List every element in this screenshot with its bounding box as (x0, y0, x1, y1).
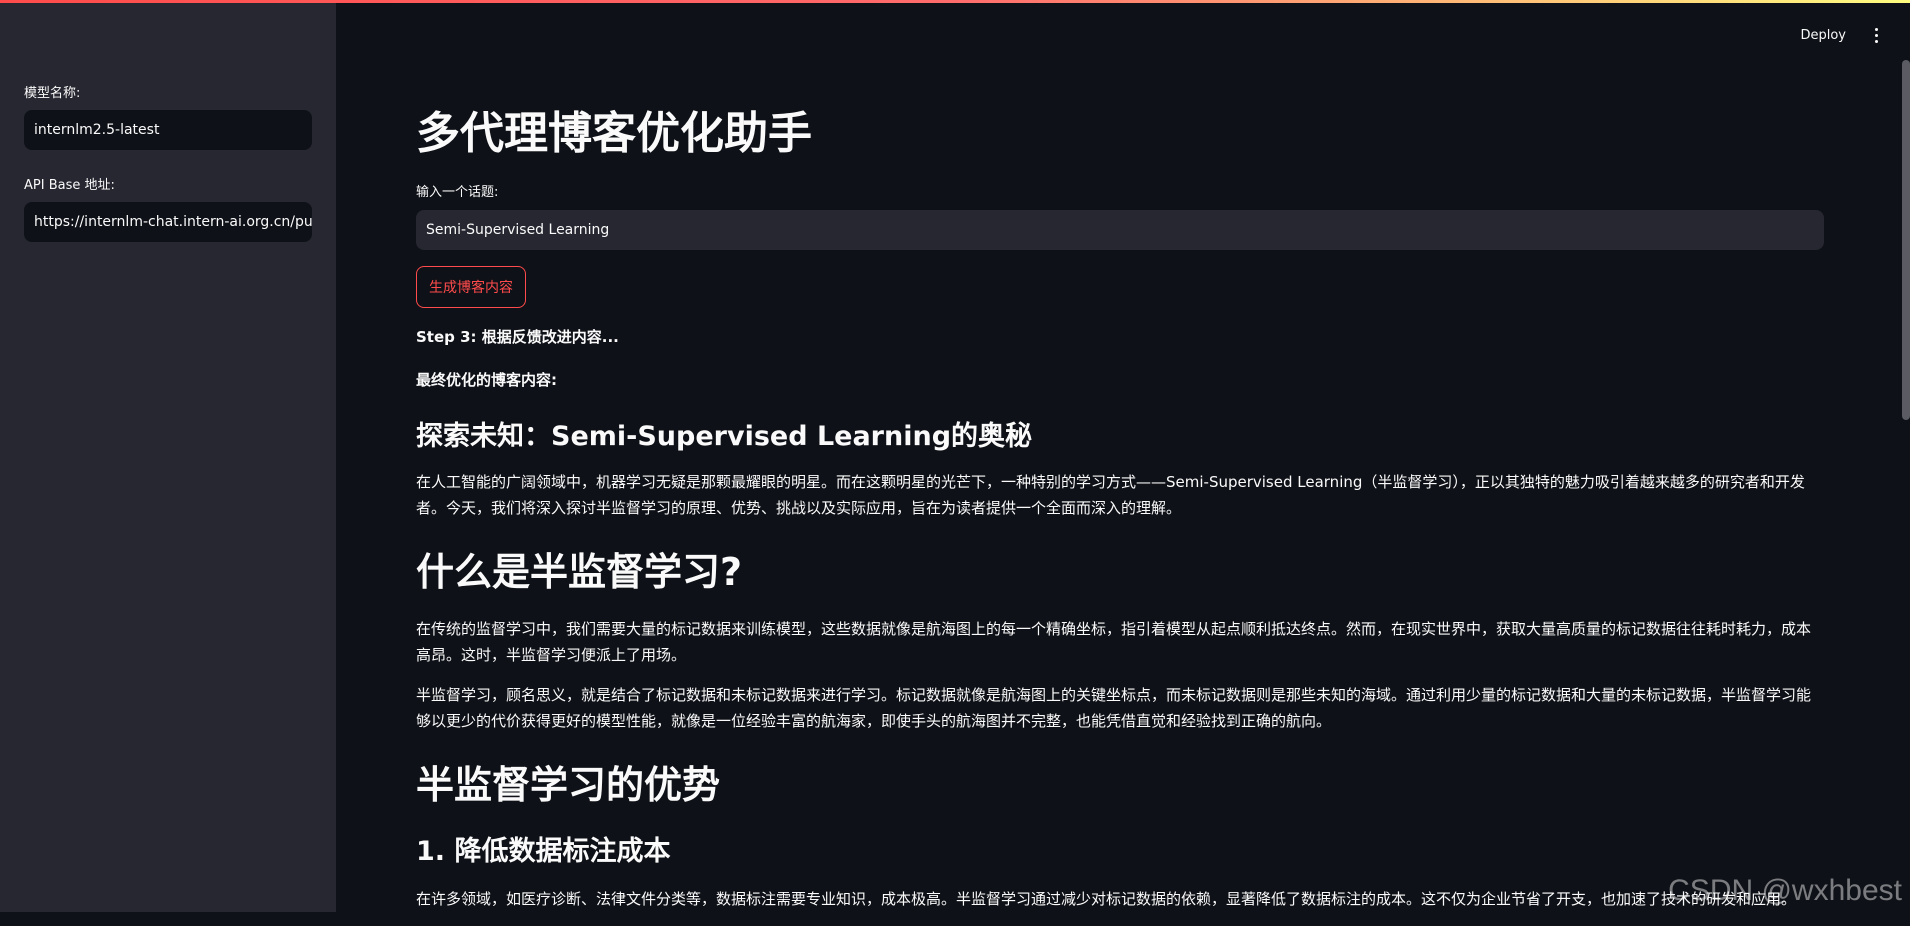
top-decoration-bar (0, 0, 1910, 3)
sidebar: 模型名称: internlm2.5-latest API Base 地址: ht… (0, 0, 336, 912)
blog-paragraph: 半监督学习，顾名思义，就是结合了标记数据和未标记数据来进行学习。标记数据就像是航… (416, 682, 1824, 734)
step-status-text: Step 3: 根据反馈改进内容... (416, 326, 1824, 347)
api-base-label: API Base 地址: (24, 174, 312, 193)
model-name-label: 模型名称: (24, 82, 312, 101)
deploy-button[interactable]: Deploy (1800, 24, 1846, 47)
header-actions: Deploy (1800, 24, 1884, 47)
main-area: Deploy 多代理博客优化助手 输入一个话题: Semi-Supervised… (336, 0, 1910, 912)
blog-heading-advantages: 半监督学习的优势 (416, 754, 1824, 809)
generate-blog-button[interactable]: 生成博客内容 (416, 266, 526, 308)
topic-input[interactable]: Semi-Supervised Learning (416, 210, 1824, 250)
model-name-input[interactable]: internlm2.5-latest (24, 110, 312, 150)
blog-paragraph: 在许多领域，如医疗诊断、法律文件分类等，数据标注需要专业知识，成本极高。半监督学… (416, 886, 1824, 912)
watermark: CSDN @wxhbest (1668, 874, 1902, 908)
api-base-input[interactable]: https://internlm-chat.intern-ai.org.cn/p… (24, 202, 312, 242)
blog-subheading-cost: 1. 降低数据标注成本 (416, 829, 1824, 868)
blog-paragraph: 在传统的监督学习中，我们需要大量的标记数据来训练模型，这些数据就像是航海图上的每… (416, 616, 1824, 668)
blog-heading-what-is: 什么是半监督学习? (416, 541, 1824, 596)
blog-paragraph: 在人工智能的广阔领域中，机器学习无疑是那颗最耀眼的明星。而在这颗明星的光芒下，一… (416, 469, 1824, 521)
more-menu-icon[interactable] (1868, 26, 1884, 46)
scrollbar[interactable] (1902, 60, 1910, 420)
content-column: 多代理博客优化助手 输入一个话题: Semi-Supervised Learni… (416, 108, 1824, 926)
topic-label: 输入一个话题: (416, 181, 1824, 200)
final-content-label: 最终优化的博客内容: (416, 369, 1824, 390)
blog-heading-intro: 探索未知：Semi-Supervised Learning的奥秘 (416, 414, 1824, 453)
page-title: 多代理博客优化助手 (416, 108, 1824, 161)
